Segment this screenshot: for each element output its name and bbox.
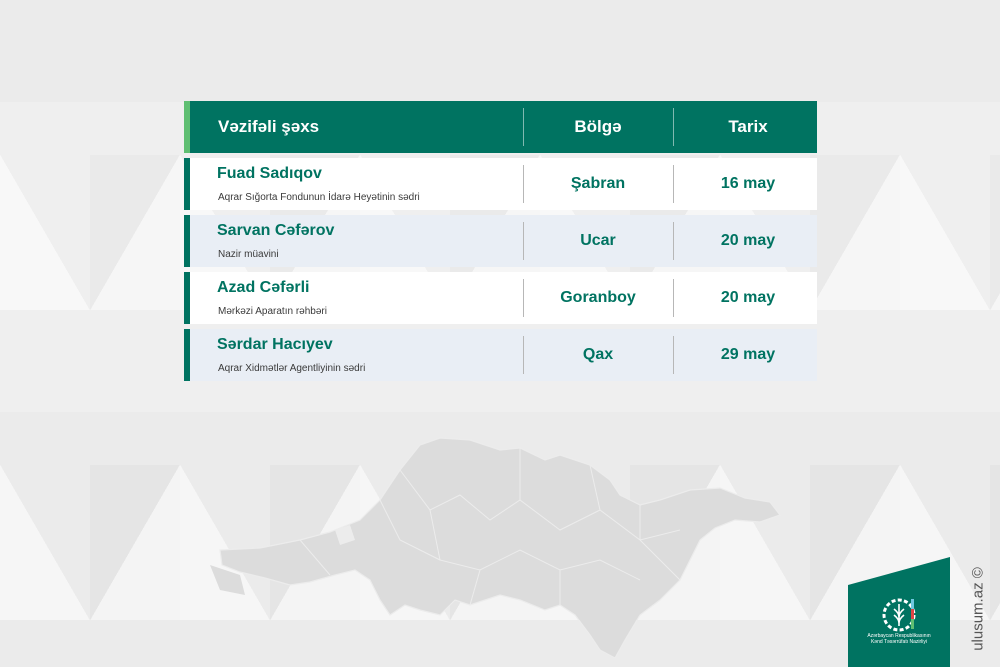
- person-role: Aqrar Sığorta Fondunun İdarə Heyətinin s…: [218, 192, 420, 203]
- table-row: Fuad Sadıqov Aqrar Sığorta Fondunun İdar…: [184, 158, 817, 210]
- region-cell: Qax: [582, 346, 614, 363]
- region-cell: Ucar: [580, 232, 616, 249]
- person-name: Sarvan Cəfərov: [217, 222, 335, 239]
- column-header-region: Bölgə: [574, 117, 622, 136]
- schedule-table: Vəzifəli şəxs Bölgə Tarix Fuad Sadıqov A…: [184, 101, 817, 381]
- person-role: Nazir müavini: [218, 249, 279, 260]
- table-row: Sərdar Hacıyev Aqrar Xidmətlər Agentliyi…: [184, 329, 817, 381]
- date-cell: 16 may: [720, 175, 776, 192]
- ministry-logo: [848, 557, 950, 667]
- date-cell: 29 may: [720, 346, 776, 363]
- table-row: Sarvan Cəfərov Nazir müavini Ucar 20 may: [184, 215, 817, 267]
- column-header-person: Vəzifəli şəxs: [218, 117, 320, 136]
- person-name: Fuad Sadıqov: [217, 165, 322, 182]
- credit-text: ulusum.az ©: [969, 567, 987, 651]
- table-header: Vəzifəli şəxs Bölgə Tarix: [184, 101, 817, 153]
- source-credit: ulusum.az ©: [963, 559, 993, 659]
- date-cell: 20 may: [720, 289, 776, 306]
- person-role: Mərkəzi Aparatın rəhbəri: [218, 306, 327, 317]
- person-role: Aqrar Xidmətlər Agentliyinin sədri: [218, 363, 366, 374]
- date-cell: 20 may: [720, 232, 776, 249]
- ministry-name: Azərbaycan Respublikasının Kənd Təsərrüf…: [850, 633, 948, 645]
- person-name: Sərdar Hacıyev: [217, 336, 333, 353]
- region-cell: Goranboy: [560, 289, 636, 306]
- table-row: Azad Cəfərli Mərkəzi Aparatın rəhbəri Go…: [184, 272, 817, 324]
- region-cell: Şabran: [570, 175, 626, 192]
- column-header-date: Tarix: [728, 117, 768, 136]
- ministry-name-line2: Kənd Təsərrüfatı Nazirliyi: [870, 639, 928, 645]
- person-name: Azad Cəfərli: [217, 279, 310, 296]
